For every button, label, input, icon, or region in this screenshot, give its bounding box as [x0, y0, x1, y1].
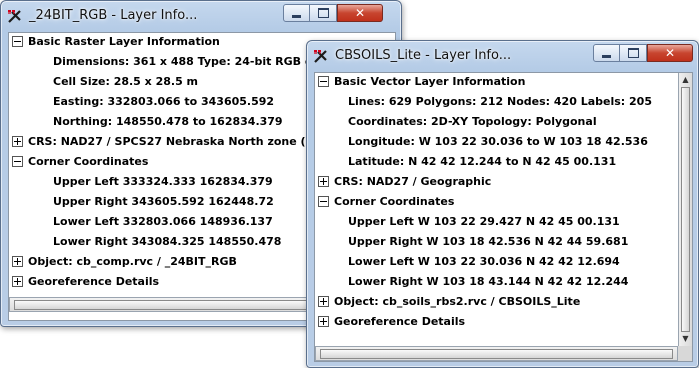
expand-icon[interactable]	[12, 275, 23, 287]
minimize-button[interactable]	[283, 4, 310, 22]
tree-item-cell-size: Cell Size: 28.5 x 28.5 m	[53, 75, 199, 88]
tree-node-object[interactable]: Object: cb_comp.rvc / _24BIT_RGB	[12, 253, 237, 271]
expand-icon[interactable]	[12, 135, 23, 147]
close-button[interactable]: ✕	[337, 4, 383, 22]
collapse-icon[interactable]	[12, 155, 23, 167]
tree-item-lower-left: Lower Left W 103 22 30.036 N 42 42 12.69…	[348, 255, 620, 268]
size-grip[interactable]	[678, 346, 692, 361]
minimize-icon	[602, 54, 611, 58]
tree-node-crs[interactable]: CRS: NAD27 / Geographic	[318, 173, 491, 191]
tree-item-northing: Northing: 148550.478 to 162834.379	[53, 115, 283, 128]
tree-item-dimensions: Dimensions: 361 x 488 Type: 24-bit RGB c…	[53, 55, 339, 68]
expand-icon[interactable]	[318, 315, 329, 327]
tree-item-longitude: Longitude: W 103 22 30.036 to W 103 18 4…	[348, 135, 648, 148]
tree-item-latitude: Latitude: N 42 42 12.244 to N 42 45 00.1…	[348, 155, 617, 168]
vertical-scrollbar[interactable]: ▲ ▼	[678, 73, 692, 346]
tree-node-basic-info[interactable]: Basic Vector Layer Information	[318, 73, 525, 91]
tree-item-coordinates: Coordinates: 2D-XY Topology: Polygonal	[348, 115, 597, 128]
tntmips-app-icon	[8, 10, 21, 23]
tree-item-lines: Lines: 629 Polygons: 212 Nodes: 420 Labe…	[348, 95, 652, 108]
collapse-icon[interactable]	[318, 195, 329, 207]
title-bar[interactable]: CBSOILS_Lite - Layer Info... ✕	[307, 41, 698, 73]
tree-item-upper-left: Upper Left 333324.333 162834.379	[53, 175, 273, 188]
maximize-button[interactable]	[310, 4, 337, 22]
tree-node-crs[interactable]: CRS: NAD27 / SPCS27 Nebraska North zone …	[12, 133, 322, 151]
expand-icon[interactable]	[318, 175, 329, 187]
tree-node-object[interactable]: Object: cb_soils_rbs2.rvc / CBSOILS_Lite	[318, 293, 580, 311]
title-bar[interactable]: _24BIT_RGB - Layer Info... ✕	[1, 1, 401, 33]
horizontal-scrollbar[interactable]	[315, 346, 678, 361]
tree-node-georeference[interactable]: Georeference Details	[318, 313, 465, 331]
tree-item-lower-right: Lower Right W 103 18 43.144 N 42 42 12.2…	[348, 275, 629, 288]
scroll-up-icon[interactable]: ▲	[681, 75, 690, 85]
collapse-icon[interactable]	[12, 35, 23, 47]
expand-icon[interactable]	[12, 255, 23, 267]
tree-item-easting: Easting: 332803.066 to 343605.592	[53, 95, 275, 108]
maximize-button[interactable]	[620, 44, 647, 62]
tntmips-app-icon	[314, 50, 327, 63]
scroll-down-icon[interactable]: ▼	[681, 334, 690, 344]
tree-node-basic-info[interactable]: Basic Raster Layer Information	[12, 33, 220, 51]
close-icon: ✕	[354, 6, 366, 20]
window-title: CBSOILS_Lite - Layer Info...	[335, 48, 512, 63]
tree-node-corner-coordinates[interactable]: Corner Coordinates	[318, 193, 454, 211]
scrollbar-thumb[interactable]	[320, 349, 673, 359]
close-icon: ✕	[664, 46, 676, 60]
vector-layer-info-window: CBSOILS_Lite - Layer Info... ✕ Basic Vec…	[306, 40, 699, 368]
layer-info-tree: Basic Vector Layer Information Lines: 62…	[314, 72, 693, 362]
collapse-icon[interactable]	[318, 75, 329, 87]
scrollbar-thumb[interactable]	[681, 87, 690, 332]
tree-item-lower-right: Lower Right 343084.325 148550.478	[53, 235, 282, 248]
tree-item-upper-right: Upper Right 343605.592 162448.72	[53, 195, 274, 208]
minimize-icon	[292, 14, 301, 18]
maximize-icon	[317, 8, 329, 18]
tree-item-upper-left: Upper Left W 103 22 29.427 N 42 45 00.13…	[348, 215, 620, 228]
tree-item-upper-right: Upper Right W 103 18 42.536 N 42 44 59.6…	[348, 235, 629, 248]
window-title: _24BIT_RGB - Layer Info...	[29, 8, 198, 23]
tree-node-corner-coordinates[interactable]: Corner Coordinates	[12, 153, 148, 171]
maximize-icon	[627, 48, 639, 58]
minimize-button[interactable]	[593, 44, 620, 62]
tree-node-georeference[interactable]: Georeference Details	[12, 273, 159, 291]
tree-item-lower-left: Lower Left 332803.066 148936.137	[53, 215, 273, 228]
expand-icon[interactable]	[318, 295, 329, 307]
close-button[interactable]: ✕	[647, 44, 693, 62]
